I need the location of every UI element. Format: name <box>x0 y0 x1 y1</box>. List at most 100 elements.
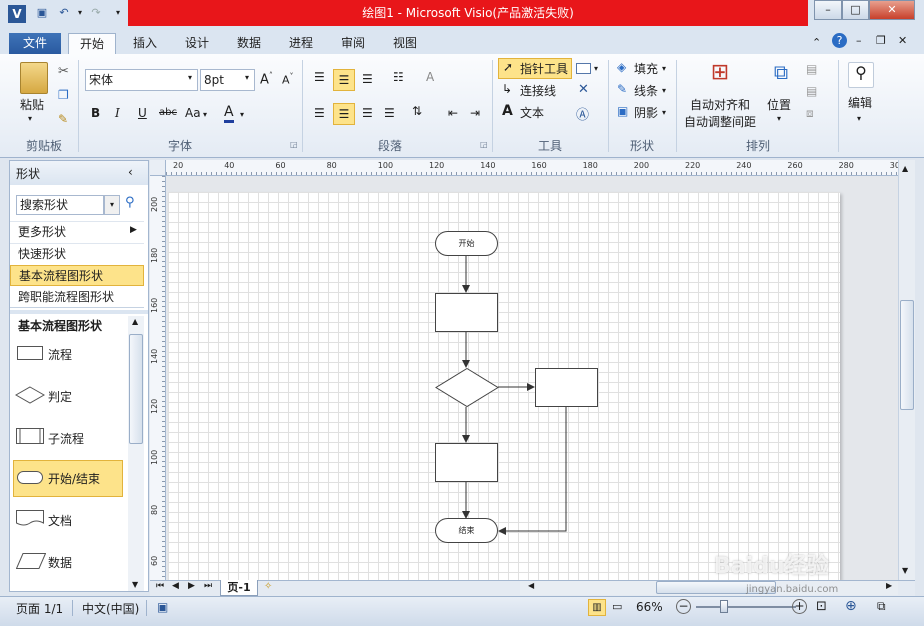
full-screen-icon[interactable]: ▭ <box>612 600 622 613</box>
chevron-down-icon[interactable]: ▾ <box>240 110 244 119</box>
fit-page-icon[interactable]: ⊡ <box>816 599 827 614</box>
chevron-down-icon[interactable]: ▾ <box>662 86 666 95</box>
strikethrough-button[interactable]: abc <box>159 107 177 118</box>
first-page-icon[interactable]: ⏮ <box>156 581 164 591</box>
basic-flowchart-item[interactable]: 基本流程图形状 <box>10 265 144 286</box>
maximize-button[interactable]: □ <box>842 0 869 20</box>
macro-record-icon[interactable]: ▣ <box>157 600 168 614</box>
scroll-up-icon[interactable]: ▲ <box>132 317 138 326</box>
text-block-icon[interactable]: Ⓐ <box>576 104 589 123</box>
subprocess-shape-icon[interactable] <box>16 428 44 444</box>
collapse-ribbon-icon[interactable]: ⌃ <box>812 36 821 49</box>
data-shape-icon[interactable] <box>16 553 46 569</box>
panel-splitter[interactable] <box>10 310 148 314</box>
copy-icon[interactable]: ❐ <box>58 88 69 102</box>
text-direction-icon[interactable]: A <box>426 70 434 84</box>
cross-functional-item[interactable]: 跨职能流程图形状 <box>10 287 144 308</box>
align-top-icon[interactable]: ☰ <box>314 70 325 84</box>
align-middle-icon[interactable]: ☰ <box>333 69 355 91</box>
shape-search-input[interactable]: 搜索形状 <box>16 195 104 215</box>
grow-font-icon[interactable]: A˄ <box>260 71 273 87</box>
auto-space-button[interactable]: 自动调整间距 <box>684 113 756 131</box>
decision-diamond[interactable] <box>435 368 499 408</box>
justify-icon[interactable]: ☰ <box>384 106 395 120</box>
search-icon[interactable]: ⚲ <box>125 195 135 210</box>
tab-home[interactable]: 开始 <box>68 33 116 55</box>
line-spacing-icon[interactable]: ⇅ <box>412 104 422 118</box>
collapse-panel-icon[interactable]: ‹ <box>128 165 133 179</box>
ribbon-minimize-icon[interactable]: – <box>856 34 862 47</box>
scroll-right-icon[interactable]: ▶ <box>886 581 892 590</box>
change-case-button[interactable]: Aa <box>185 106 201 120</box>
chevron-down-icon[interactable]: ▾ <box>188 73 192 82</box>
dialog-launcher-icon[interactable]: ◲ <box>290 140 298 149</box>
dialog-launcher-icon[interactable]: ◲ <box>480 140 488 149</box>
bring-forward-icon[interactable]: ▤ <box>806 62 817 76</box>
tab-design[interactable]: 设计 <box>174 33 220 54</box>
stencil-scroll-thumb[interactable] <box>129 334 143 444</box>
position-button[interactable]: 位置 <box>767 96 791 114</box>
format-painter-icon[interactable]: ✎ <box>58 112 68 126</box>
language-status[interactable]: 中文(中国) <box>82 600 139 617</box>
chevron-down-icon[interactable]: ▾ <box>594 64 598 73</box>
tab-insert[interactable]: 插入 <box>122 33 168 54</box>
undo-icon[interactable]: ↶ <box>56 5 72 21</box>
tab-data[interactable]: 数据 <box>226 33 272 54</box>
shadow-button[interactable]: 阴影 <box>634 104 658 122</box>
paste-button[interactable]: 粘贴 <box>20 96 44 114</box>
last-page-icon[interactable]: ⏭ <box>204 581 212 591</box>
normal-view-icon[interactable]: ▥ <box>588 599 606 616</box>
more-shapes-item[interactable]: 更多形状 <box>10 221 144 242</box>
tab-file[interactable]: 文件 <box>9 33 61 54</box>
help-icon[interactable]: ? <box>832 33 847 48</box>
switch-windows-icon[interactable]: ⧉ <box>877 599 886 614</box>
binoculars-icon[interactable]: ⚲ <box>848 62 874 88</box>
tab-process[interactable]: 进程 <box>278 33 324 54</box>
start-terminator[interactable]: 开始 <box>435 231 498 256</box>
connector-tool-button[interactable]: 连接线 <box>520 82 556 100</box>
ribbon-restore-icon[interactable]: ❐ <box>876 34 886 47</box>
next-page-icon[interactable]: ▶ <box>188 581 195 591</box>
decision-shape-icon[interactable] <box>15 386 45 404</box>
align-left-icon[interactable]: ☰ <box>314 106 325 120</box>
scroll-up-icon[interactable]: ▲ <box>902 164 908 173</box>
insert-page-icon[interactable]: ✧ <box>264 581 272 592</box>
send-backward-icon[interactable]: ▤ <box>806 84 817 98</box>
zoom-out-icon[interactable]: − <box>676 599 691 614</box>
zoom-slider-thumb[interactable] <box>720 600 728 613</box>
visio-app-icon[interactable]: V <box>8 5 26 23</box>
rectangle-tool-icon[interactable] <box>576 63 591 74</box>
chevron-down-icon[interactable]: ▾ <box>857 114 861 123</box>
chevron-down-icon[interactable]: ▾ <box>245 73 249 82</box>
line-button[interactable]: 线条 <box>634 82 658 100</box>
scroll-down-icon[interactable]: ▼ <box>132 580 138 589</box>
process-box[interactable] <box>435 293 498 332</box>
increase-indent-icon[interactable]: ⇥ <box>470 106 480 120</box>
redo-icon[interactable]: ↷ <box>88 5 104 21</box>
prev-page-icon[interactable]: ◀ <box>172 581 179 591</box>
font-color-button[interactable]: A <box>224 104 234 123</box>
minimize-button[interactable]: – <box>814 0 842 20</box>
vertical-scroll-thumb[interactable] <box>900 300 914 410</box>
quick-shapes-item[interactable]: 快速形状 <box>10 243 144 264</box>
process-shape-icon[interactable] <box>17 346 43 360</box>
page-tab[interactable]: 页-1 <box>220 580 258 596</box>
chevron-down-icon[interactable]: ▾ <box>203 110 207 119</box>
undo-dropdown-icon[interactable]: ▾ <box>72 5 88 21</box>
font-name-select[interactable]: 宋体 <box>85 69 198 91</box>
position-icon[interactable]: ⧉ <box>767 60 795 92</box>
page-number-status[interactable]: 页面 1/1 <box>16 600 63 617</box>
italic-button[interactable]: I <box>115 106 120 120</box>
shrink-font-icon[interactable]: A˅ <box>282 72 294 87</box>
search-dropdown-icon[interactable]: ▾ <box>104 195 120 215</box>
fill-button[interactable]: 填充 <box>634 60 658 78</box>
scroll-left-icon[interactable]: ◀ <box>528 581 534 590</box>
group-icon[interactable]: ⧈ <box>806 106 814 121</box>
paste-dropdown-icon[interactable]: ▾ <box>28 114 32 123</box>
paste-icon[interactable] <box>20 62 48 94</box>
auto-align-button[interactable]: 自动对齐和 <box>690 96 750 114</box>
tab-view[interactable]: 视图 <box>382 33 428 54</box>
underline-button[interactable]: U <box>138 106 147 120</box>
close-button[interactable]: ✕ <box>869 0 915 20</box>
align-bottom-icon[interactable]: ☰ <box>362 72 373 86</box>
